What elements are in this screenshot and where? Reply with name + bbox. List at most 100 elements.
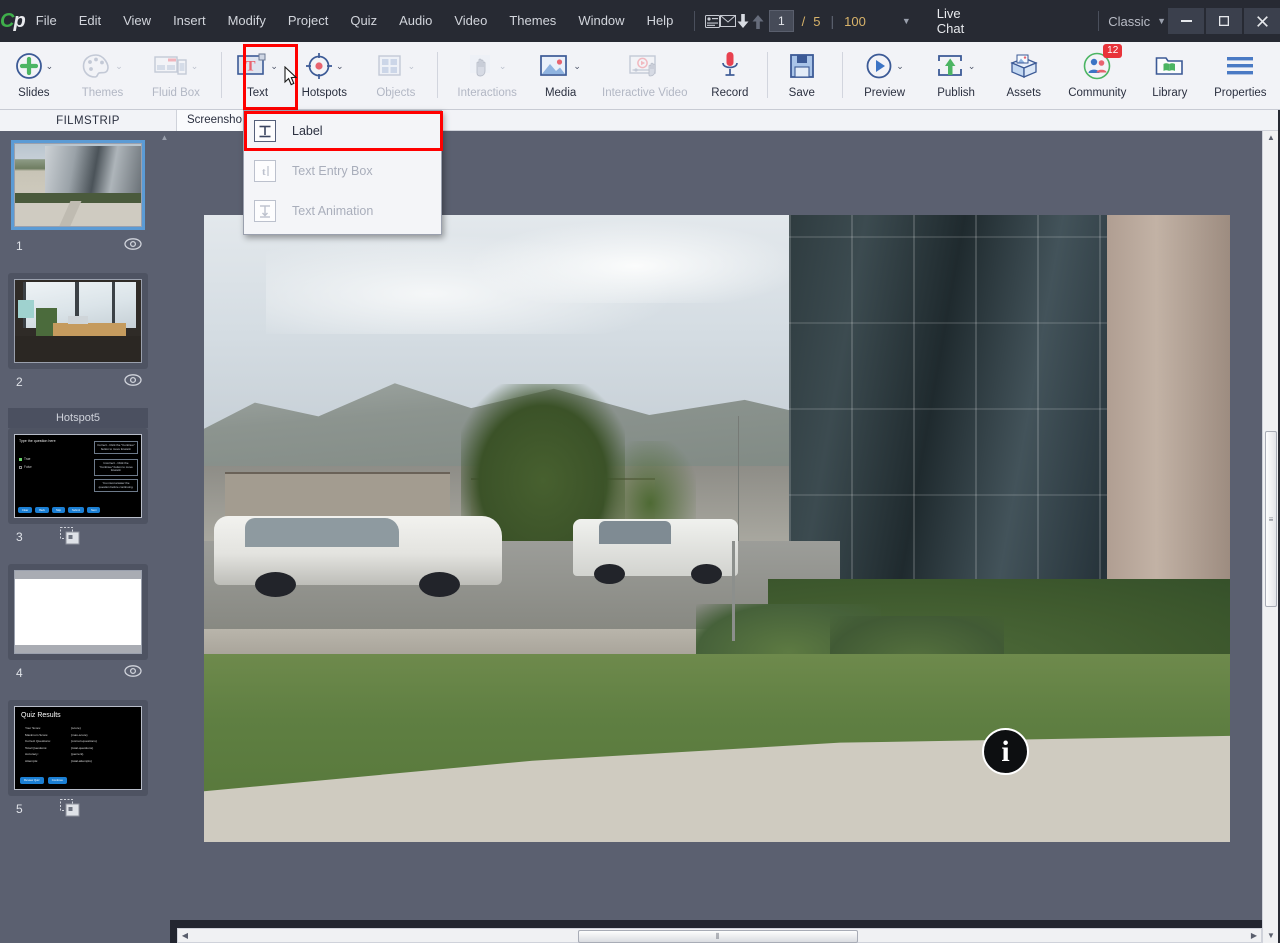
workspace-dropdown-caret-icon[interactable]: ▼ (1157, 16, 1166, 26)
menu-insert[interactable]: Insert (162, 0, 217, 42)
stage-workspace[interactable]: i (170, 131, 1262, 920)
menu-window[interactable]: Window (567, 0, 635, 42)
ribbon-button-media[interactable]: ⌄ Media (531, 42, 591, 110)
hscroll-thumb[interactable]: ⦀ (578, 930, 858, 943)
ribbon-button-community[interactable]: 12 Community (1056, 42, 1139, 110)
text-caret-icon[interactable]: ⌄ (270, 61, 278, 72)
vscroll-thumb[interactable]: ≡ (1265, 431, 1277, 607)
qr-btn-review[interactable]: Review Quiz (20, 776, 44, 784)
quiz-btn-submit[interactable]: Submit (68, 507, 85, 513)
zoom-dropdown-caret-icon[interactable]: ▼ (902, 16, 911, 26)
slide-notes-icon[interactable] (704, 0, 720, 42)
interactions-caret-icon[interactable]: ⌄ (499, 61, 507, 72)
zoom-level-value[interactable]: 100 (844, 14, 866, 29)
mail-icon[interactable] (719, 0, 736, 42)
stage-vertical-scrollbar[interactable]: ▲ ≡ ▼ (1262, 131, 1278, 943)
menu-video[interactable]: Video (443, 0, 498, 42)
info-hotspot-marker[interactable]: i (982, 728, 1029, 775)
live-chat-button[interactable]: Live Chat (937, 6, 968, 36)
menu-themes[interactable]: Themes (498, 0, 567, 42)
dropdown-item-label[interactable]: Label (244, 111, 441, 151)
label-T-icon (254, 120, 276, 142)
vscroll-down-arrow-icon[interactable]: ▼ (1263, 929, 1279, 943)
themes-caret-icon[interactable]: ⌄ (115, 61, 123, 72)
menu-edit[interactable]: Edit (68, 0, 112, 42)
tab-screenshot[interactable]: Screensho (177, 109, 253, 131)
slide-2-visibility-eye-icon[interactable] (124, 372, 142, 388)
filmstrip-slide-2[interactable]: 2 (8, 273, 148, 395)
filmstrip-scroll-column[interactable] (159, 131, 170, 943)
filmstrip-slide-4[interactable]: 4 (8, 564, 148, 686)
slide-3-group-icon[interactable] (60, 527, 80, 545)
preview-caret-icon[interactable]: ⌄ (896, 61, 904, 72)
hotspots-caret-icon[interactable]: ⌄ (336, 61, 344, 72)
filmstrip-scroll-up-arrow-icon[interactable]: ▲ (160, 134, 169, 142)
ribbon-button-interactive-video[interactable]: Interactive Video (591, 42, 699, 110)
hscroll-left-arrow-icon[interactable]: ◀ (178, 931, 192, 940)
menu-file[interactable]: File (25, 0, 68, 42)
ribbon-button-slides[interactable]: ⌄ Slides (0, 42, 68, 110)
media-caret-icon[interactable]: ⌄ (573, 61, 581, 72)
slide-3-thumbnail[interactable]: Type the question here True False Correc… (14, 434, 142, 518)
menu-audio[interactable]: Audio (388, 0, 443, 42)
ribbon-button-record[interactable]: Record (699, 42, 761, 110)
menu-help[interactable]: Help (636, 0, 685, 42)
filmstrip-slide-1[interactable]: 1 (8, 137, 148, 259)
quiz-btn-next[interactable]: Next (87, 507, 101, 513)
slides-caret-icon[interactable]: ⌄ (46, 61, 54, 72)
slide-canvas[interactable]: i (204, 215, 1230, 842)
download-arrow-icon[interactable] (736, 0, 751, 42)
ribbon-button-themes[interactable]: ⌄ Themes (68, 42, 138, 110)
workspace-selector[interactable]: Classic (1108, 14, 1150, 29)
slide-4-thumb-wrap[interactable] (8, 564, 148, 660)
filmstrip-slide-5[interactable]: Quiz Results Your Score: {score} Maximum… (8, 700, 148, 822)
close-button[interactable] (1244, 8, 1280, 34)
hscroll-right-arrow-icon[interactable]: ▶ (1247, 931, 1261, 940)
slide-4-thumbnail[interactable] (14, 570, 142, 654)
slide-5-group-icon[interactable] (60, 799, 80, 817)
menu-quiz[interactable]: Quiz (339, 0, 388, 42)
quiz-btn-skip[interactable]: Skip (51, 507, 66, 513)
text-dropdown-menu[interactable]: Label t Text Entry Box Text Animation (243, 110, 443, 235)
ribbon-button-interactions[interactable]: ⌄ Interactions (444, 42, 531, 110)
quiz-btn-clear[interactable]: Clear (18, 507, 33, 513)
publish-caret-icon[interactable]: ⌄ (968, 61, 976, 72)
stage-horizontal-scrollbar[interactable]: ◀ ▶ ⦀ (177, 928, 1262, 943)
slide-1-thumbnail[interactable] (11, 140, 145, 230)
qr-label-3: Total Questions: (25, 745, 48, 750)
ribbon-button-objects[interactable]: ⌄ Objects (361, 42, 431, 110)
menu-modify[interactable]: Modify (217, 0, 277, 42)
slide-3-thumb-wrap[interactable]: Type the question here True False Correc… (8, 428, 148, 524)
menu-view[interactable]: View (112, 0, 162, 42)
vscroll-up-arrow-icon[interactable]: ▲ (1263, 131, 1279, 145)
ribbon-button-library[interactable]: Library (1139, 42, 1201, 110)
slide-5-thumb-wrap[interactable]: Quiz Results Your Score: {score} Maximum… (8, 700, 148, 796)
ribbon-button-text[interactable]: T ⌄ Text (228, 42, 288, 110)
slide-5-thumbnail[interactable]: Quiz Results Your Score: {score} Maximum… (14, 706, 142, 790)
dropdown-item-text-animation[interactable]: Text Animation (244, 191, 441, 231)
slide-4-visibility-eye-icon[interactable] (124, 663, 142, 679)
slide-2-thumb-wrap[interactable] (8, 273, 148, 369)
slide-1-thumb-wrap[interactable] (8, 137, 148, 233)
dropdown-label-text-animation: Text Animation (292, 204, 374, 218)
qr-btn-continue[interactable]: Continue (47, 776, 67, 784)
ribbon-button-properties[interactable]: Properties (1201, 42, 1280, 110)
upload-arrow-icon[interactable] (751, 0, 766, 42)
maximize-button[interactable] (1206, 8, 1243, 34)
slide-2-thumbnail[interactable] (14, 279, 142, 363)
quiz-btn-back[interactable]: Back (35, 507, 49, 513)
ribbon-button-hotspots[interactable]: ⌄ Hotspots (288, 42, 361, 110)
ribbon-button-save[interactable]: Save (774, 42, 830, 110)
ribbon-button-assets[interactable]: Assets (992, 42, 1056, 110)
slide-1-visibility-eye-icon[interactable] (124, 236, 142, 252)
dropdown-item-text-entry-box[interactable]: t Text Entry Box (244, 151, 441, 191)
minimize-button[interactable] (1168, 8, 1205, 34)
objects-caret-icon[interactable]: ⌄ (408, 61, 416, 72)
filmstrip-slide-3[interactable]: Hotspot5 Type the question here True Fal… (8, 408, 148, 550)
fluid-box-caret-icon[interactable]: ⌄ (191, 61, 199, 72)
menu-project[interactable]: Project (277, 0, 339, 42)
ribbon-button-fluid-box[interactable]: ⌄ Fluid Box (137, 42, 214, 110)
ribbon-button-publish[interactable]: ⌄ Publish (920, 42, 992, 110)
ribbon-button-preview[interactable]: ⌄ Preview (849, 42, 921, 110)
current-slide-input[interactable]: 1 (769, 10, 794, 32)
